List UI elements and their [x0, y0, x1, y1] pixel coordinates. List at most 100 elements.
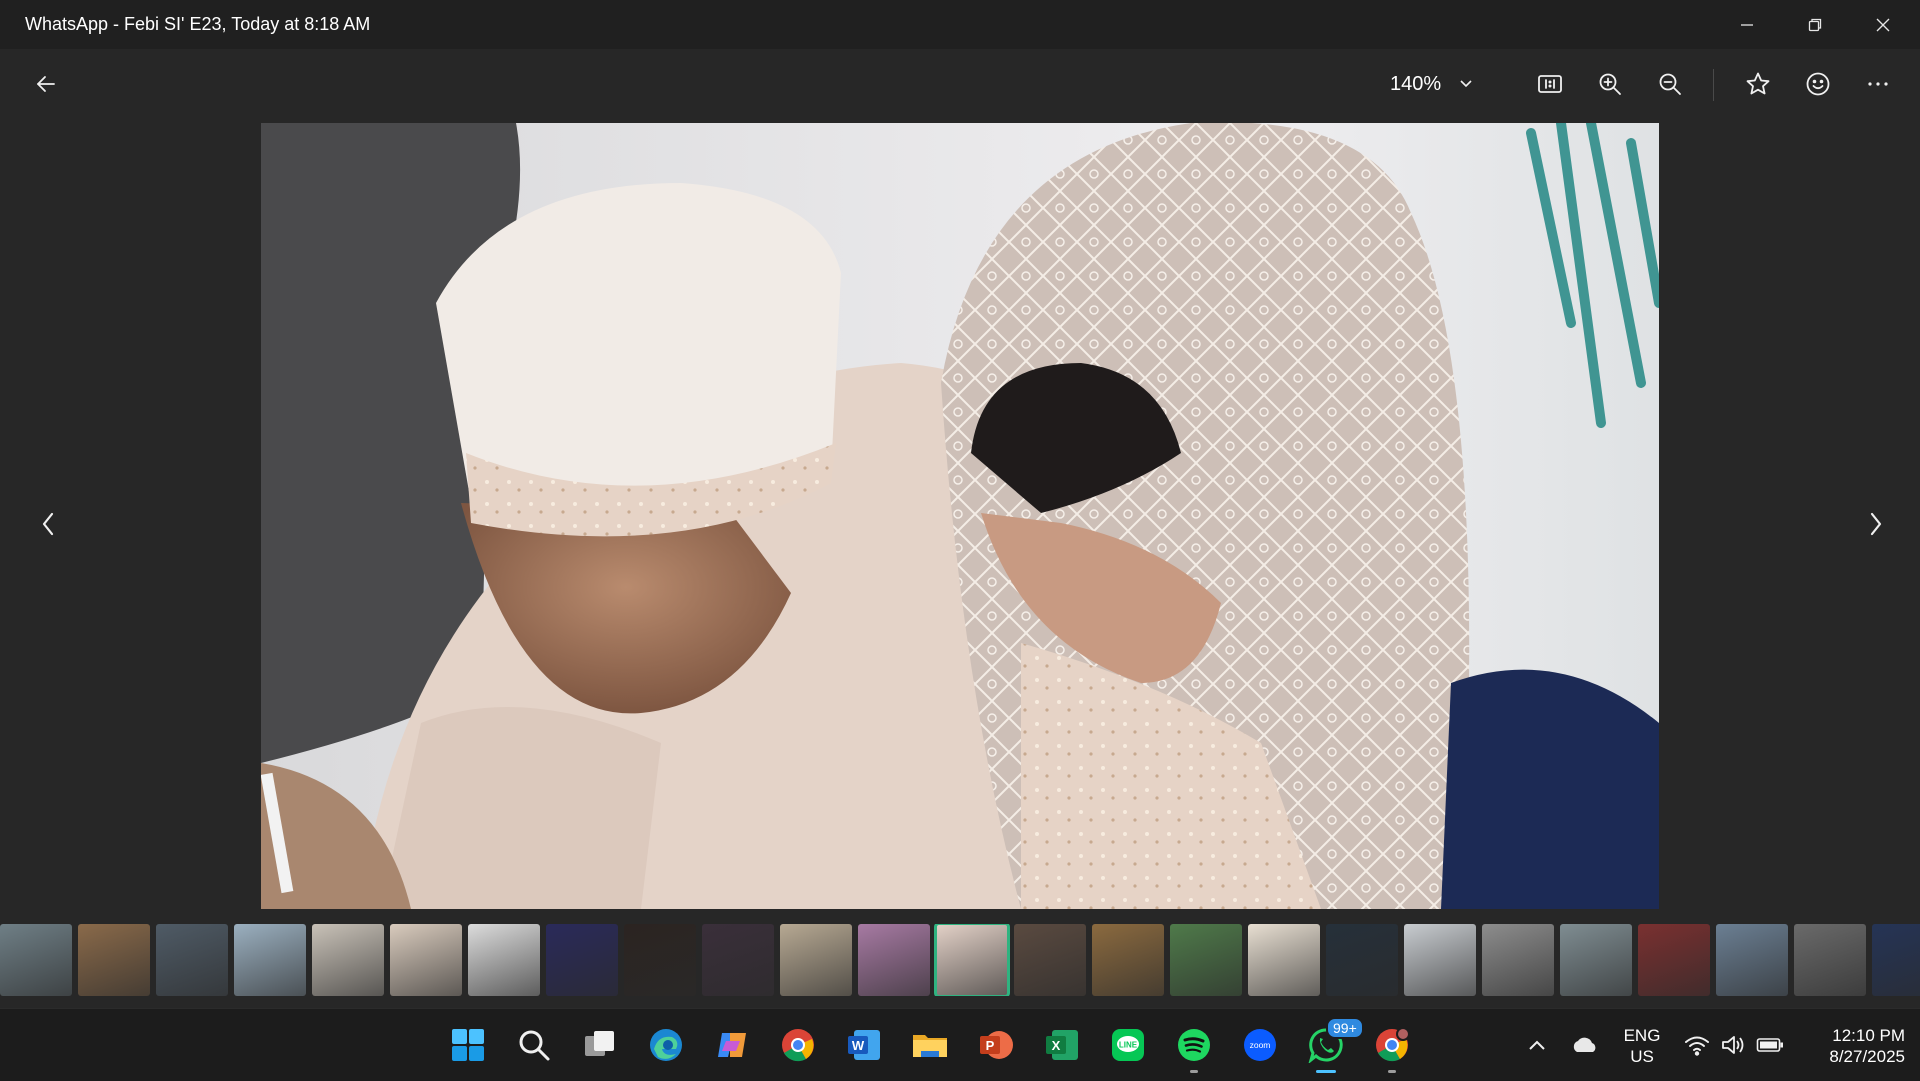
start-button[interactable]: [446, 1023, 490, 1067]
wifi-button[interactable]: [1682, 1023, 1712, 1067]
zoom-out-button[interactable]: [1650, 64, 1690, 104]
excel-icon: X: [1046, 1030, 1078, 1060]
thumbnail[interactable]: [1482, 924, 1554, 996]
task-view-icon: [585, 1031, 614, 1056]
volume-button[interactable]: [1718, 1023, 1748, 1067]
notification-badge: 99+: [1326, 1017, 1364, 1039]
minimize-icon: [1741, 23, 1753, 26]
minimize-button[interactable]: [1713, 0, 1781, 49]
copilot-icon: [718, 1033, 746, 1057]
viewer-toolbar: 140%: [0, 49, 1920, 119]
more-options-button[interactable]: [1858, 64, 1898, 104]
edge-button[interactable]: [644, 1023, 688, 1067]
actual-size-icon: [1538, 75, 1562, 93]
more-icon: [1868, 82, 1888, 86]
thumbnail[interactable]: [1638, 924, 1710, 996]
thumbnail[interactable]: [1170, 924, 1242, 996]
spotify-button[interactable]: [1172, 1023, 1216, 1073]
star-icon: [1746, 72, 1770, 95]
thumbnail[interactable]: [1326, 924, 1398, 996]
battery-button[interactable]: [1754, 1023, 1786, 1067]
thumbnail[interactable]: [78, 924, 150, 996]
thumbnail[interactable]: [1092, 924, 1164, 996]
file-explorer-button[interactable]: [908, 1023, 952, 1067]
windows-taskbar: W P X LINE zoom 99+ ENG US 12:10 PM 8/27…: [0, 1008, 1920, 1081]
thumbnail[interactable]: [702, 924, 774, 996]
thumbnail[interactable]: [624, 924, 696, 996]
date-text: 8/27/2025: [1829, 1047, 1905, 1066]
previous-image-button[interactable]: [28, 499, 68, 549]
spotify-icon: [1178, 1029, 1210, 1061]
zoom-in-button[interactable]: [1590, 64, 1630, 104]
copilot-button[interactable]: [710, 1023, 754, 1067]
restore-button[interactable]: [1781, 0, 1849, 49]
region-code: US: [1630, 1047, 1654, 1066]
emoji-icon: [1806, 72, 1830, 96]
excel-button[interactable]: X: [1040, 1023, 1084, 1067]
thumbnail[interactable]: [234, 924, 306, 996]
whatsapp-button[interactable]: 99+: [1304, 1017, 1364, 1073]
svg-text:P: P: [986, 1038, 995, 1053]
emoji-button[interactable]: [1798, 64, 1838, 104]
photo: [261, 123, 1659, 909]
svg-text:zoom: zoom: [1250, 1040, 1271, 1050]
chevron-left-icon: [42, 512, 54, 536]
thumbnail-filmstrip: [0, 924, 1920, 996]
active-indicator: [1316, 1070, 1336, 1073]
zoom-dropdown[interactable]: 140%: [1390, 69, 1473, 99]
thumbnail-selected[interactable]: [934, 924, 1010, 996]
wedding-photo-illustration: [261, 123, 1659, 909]
svg-text:LINE: LINE: [1119, 1041, 1138, 1050]
thumbnail[interactable]: [1014, 924, 1086, 996]
actual-size-button[interactable]: [1530, 64, 1570, 104]
thumbnail[interactable]: [156, 924, 228, 996]
search-icon: [519, 1030, 550, 1061]
chrome-profile-icon: [1376, 1027, 1410, 1062]
thumbnail[interactable]: [1248, 924, 1320, 996]
thumbnail[interactable]: [1872, 924, 1920, 996]
close-button[interactable]: [1849, 0, 1917, 49]
thumbnail[interactable]: [1404, 924, 1476, 996]
thumbnail[interactable]: [468, 924, 540, 996]
wifi-icon: [1685, 1036, 1709, 1056]
language-code: ENG: [1623, 1026, 1661, 1045]
running-indicator: [1388, 1070, 1396, 1073]
onedrive-button[interactable]: [1568, 1023, 1600, 1067]
chevron-right-icon: [1870, 512, 1882, 536]
word-button[interactable]: W: [842, 1023, 886, 1067]
zoom-app-button[interactable]: zoom: [1238, 1023, 1282, 1067]
line-button[interactable]: LINE: [1106, 1023, 1150, 1067]
thumbnail[interactable]: [546, 924, 618, 996]
zoom-level: 140%: [1390, 72, 1442, 95]
chrome-button[interactable]: [776, 1023, 820, 1067]
search-button[interactable]: [512, 1023, 556, 1067]
chevron-up-icon: [1529, 1040, 1545, 1050]
chrome-profile-button[interactable]: [1370, 1023, 1414, 1073]
svg-text:X: X: [1052, 1038, 1061, 1053]
svg-text:W: W: [852, 1038, 865, 1053]
show-hidden-icons-button[interactable]: [1524, 1023, 1550, 1067]
favorite-button[interactable]: [1738, 64, 1778, 104]
battery-icon: [1756, 1038, 1783, 1052]
next-image-button[interactable]: [1856, 499, 1896, 549]
speaker-icon: [1722, 1036, 1744, 1054]
thumbnail[interactable]: [390, 924, 462, 996]
word-icon: W: [848, 1030, 880, 1060]
language-indicator[interactable]: ENG US: [1622, 1025, 1662, 1067]
task-view-button[interactable]: [578, 1023, 622, 1067]
time-text: 12:10 PM: [1832, 1026, 1905, 1045]
back-arrow-icon: [37, 76, 55, 92]
back-button[interactable]: [26, 64, 66, 104]
edge-icon: [650, 1029, 682, 1061]
clock[interactable]: 12:10 PM 8/27/2025: [1795, 1025, 1905, 1067]
thumbnail[interactable]: [858, 924, 930, 996]
powerpoint-button[interactable]: P: [974, 1023, 1018, 1067]
thumbnail[interactable]: [1560, 924, 1632, 996]
thumbnail[interactable]: [1794, 924, 1866, 996]
running-indicator: [1190, 1070, 1198, 1073]
restore-icon: [1808, 18, 1822, 31]
thumbnail[interactable]: [312, 924, 384, 996]
thumbnail[interactable]: [780, 924, 852, 996]
thumbnail[interactable]: [0, 924, 72, 996]
thumbnail[interactable]: [1716, 924, 1788, 996]
